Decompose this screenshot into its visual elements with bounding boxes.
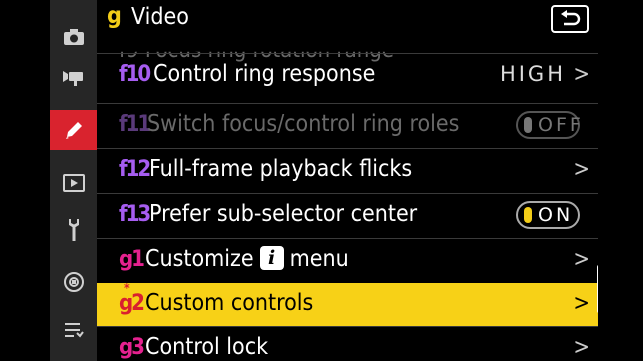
menu-item-f13[interactable]: f13 Prefer sub-selector center ON (97, 193, 598, 237)
back-button[interactable] (551, 5, 589, 33)
chevron-right-icon: > (573, 247, 590, 272)
pencil-icon (65, 122, 82, 139)
menu-panel: g Video f9 Focus ring rotation range f10… (97, 0, 598, 361)
movie-camera-icon (62, 71, 83, 86)
toggle-state: ON (538, 204, 574, 226)
item-label: Full-frame playback flicks (149, 156, 413, 182)
label-after: menu (289, 246, 349, 272)
menu-group-letter: g (107, 3, 122, 29)
sidebar-item-network[interactable] (50, 262, 97, 302)
page-title: Video (131, 4, 189, 30)
item-code: f12 (119, 157, 151, 182)
sidebar-item-video-recording[interactable] (50, 57, 97, 97)
sidebar-item-my-menu[interactable] (50, 310, 97, 350)
item-code: g2 (119, 291, 145, 316)
camera-menu-screen: g Video f9 Focus ring rotation range f10… (50, 0, 598, 361)
menu-header: g Video (97, 0, 598, 40)
menu-item-f12[interactable]: f12 Full-frame playback flicks > (97, 148, 598, 192)
chevron-right-icon: > (573, 157, 590, 182)
item-label: Customize i menu (145, 245, 349, 272)
item-label: Switch focus/control ring roles (147, 111, 460, 137)
return-arrow-icon (561, 10, 581, 26)
network-icon (63, 272, 84, 292)
playback-icon (62, 174, 85, 192)
chevron-right-icon: > (573, 335, 590, 360)
chevron-right-icon: > (573, 291, 590, 316)
item-code: f13 (119, 202, 151, 227)
sidebar-item-setup[interactable] (50, 210, 97, 250)
item-label: Control ring response (153, 61, 376, 87)
info-i-icon: i (259, 245, 284, 270)
menu-item-f10[interactable]: f10 Control ring response HIGH > (97, 53, 598, 97)
item-value: HIGH (499, 62, 566, 86)
label-before: Customize (145, 246, 254, 272)
toggle-switch[interactable]: ON (516, 201, 580, 229)
sidebar-item-photo-shooting[interactable] (50, 17, 97, 57)
toggle-knob (524, 207, 532, 223)
menu-sidebar (50, 0, 97, 361)
chevron-right-icon: > (573, 62, 590, 87)
menu-item-g2[interactable]: * g2 Custom controls > (97, 281, 598, 327)
toggle-state: OFF (538, 114, 584, 136)
menu-item-g3[interactable]: g3 Control lock > (97, 326, 598, 361)
sidebar-item-custom-settings[interactable] (50, 110, 97, 150)
menu-item-f11[interactable]: f11 Switch focus/control ring roles OFF (97, 103, 598, 147)
camera-icon (63, 29, 84, 45)
sidebar-item-playback[interactable] (50, 163, 97, 203)
my-menu-icon (64, 323, 84, 338)
item-label: Prefer sub-selector center (149, 201, 418, 227)
item-code: f11 (119, 112, 151, 137)
item-label: Custom controls (145, 290, 314, 316)
wrench-icon (68, 219, 79, 241)
item-label: Control lock (145, 334, 269, 360)
scrollbar[interactable] (597, 265, 598, 313)
toggle-switch[interactable]: OFF (516, 111, 581, 139)
item-code: g1 (119, 247, 145, 272)
toggle-knob (524, 117, 532, 133)
item-code: g3 (119, 335, 145, 360)
menu-item-g1[interactable]: g1 Customize i menu > (97, 238, 598, 282)
item-code: f10 (119, 62, 151, 87)
